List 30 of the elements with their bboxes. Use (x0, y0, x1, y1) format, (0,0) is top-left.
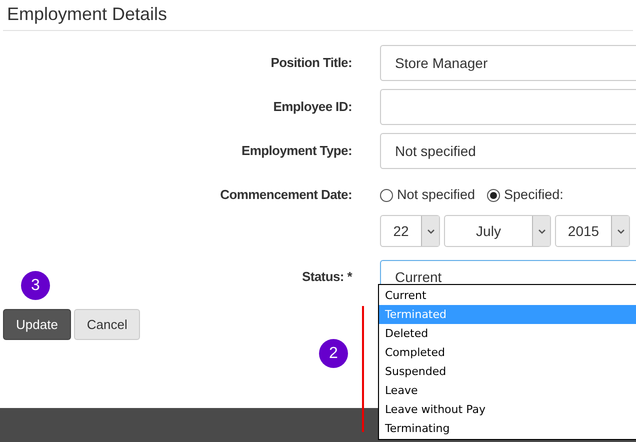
input-field[interactable]: Store Manager (380, 45, 636, 81)
field-label: Employee ID: (273, 99, 352, 114)
update-button[interactable]: Update (3, 309, 71, 340)
callout-number: 3 (21, 271, 50, 300)
field-label: Position Title: (270, 55, 352, 70)
input-field[interactable] (380, 89, 636, 125)
dropdown-option[interactable]: Leave (379, 381, 636, 400)
month-select[interactable]: July (444, 215, 551, 247)
radio-button[interactable] (380, 188, 393, 202)
dropdown-option[interactable]: Terminating (379, 419, 636, 438)
year-select[interactable]: 2015 (555, 215, 630, 247)
callout-number: 2 (319, 339, 348, 368)
cancel-button[interactable]: Cancel (74, 309, 140, 340)
radio-button[interactable] (487, 188, 500, 202)
section-title: Employment Details (7, 3, 168, 26)
dropdown-option[interactable]: Suspended (379, 362, 636, 381)
dropdown-option[interactable]: Deleted (379, 324, 636, 343)
chevron-down-icon (616, 228, 624, 234)
input-field[interactable]: Not specified (380, 133, 636, 169)
chevron-down-icon (538, 228, 546, 234)
radio-label: Not specified (397, 186, 476, 204)
field-label: Commencement Date: (220, 187, 352, 202)
field-label: Employment Type: (241, 143, 352, 158)
dropdown-option[interactable]: Current (379, 286, 636, 305)
dropdown-option[interactable]: Leave without Pay (379, 400, 636, 419)
dropdown-option[interactable]: Completed (379, 343, 636, 362)
field-label: Status: * (302, 269, 352, 284)
day-select[interactable]: 22 (380, 215, 440, 247)
chevron-down-icon (426, 228, 434, 234)
radio-label: Specified: (504, 186, 564, 204)
